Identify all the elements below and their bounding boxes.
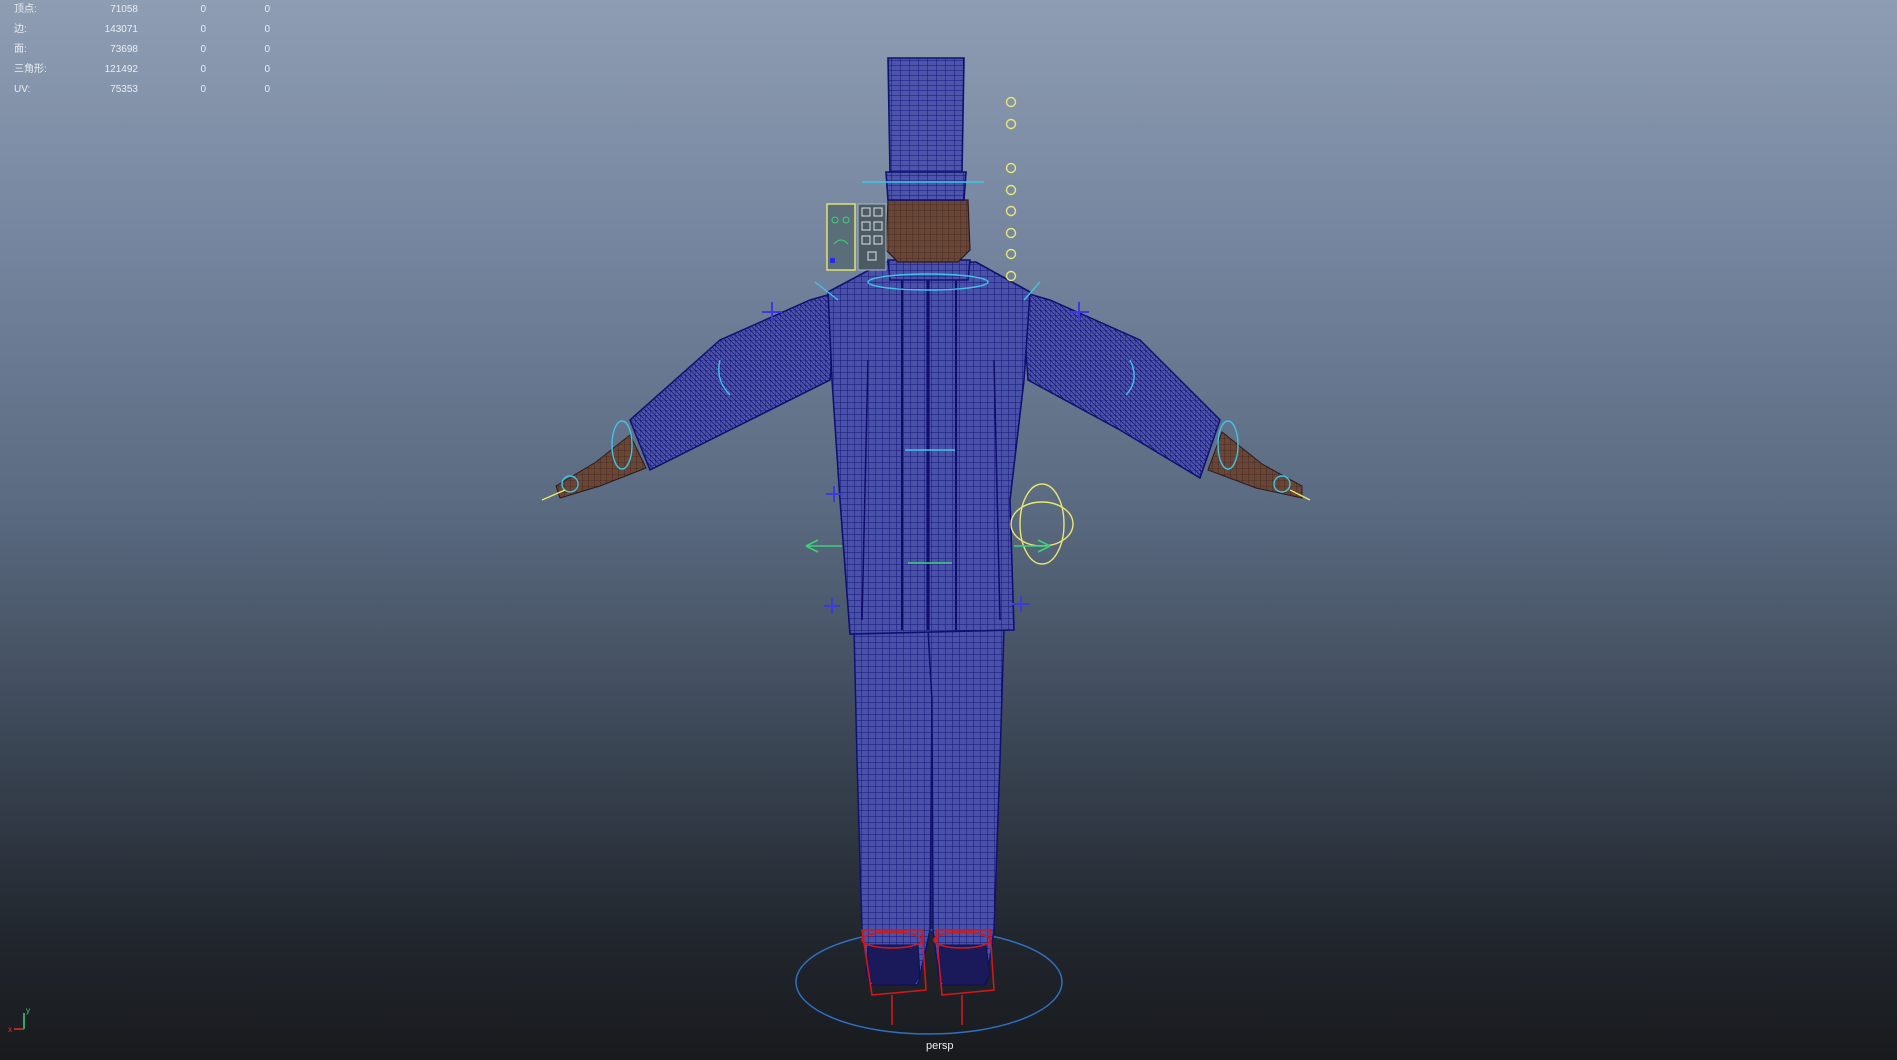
shoes-mesh[interactable]: [865, 944, 991, 986]
facial-control-panel-icon[interactable]: [826, 203, 887, 271]
chef-hat-mesh[interactable]: [885, 57, 967, 201]
jacket-mesh[interactable]: [827, 261, 1031, 635]
axis-y-label: y: [26, 1006, 30, 1015]
character-scene[interactable]: [0, 0, 1897, 1060]
collar-mesh[interactable]: [887, 259, 971, 281]
maya-viewport[interactable]: 顶点: 71058 0 0 边: 143071 0 0 面: 73698 0 0…: [0, 0, 1897, 1060]
axis-x-label: x: [8, 1025, 12, 1034]
ground-control-ring[interactable]: [795, 929, 1063, 1035]
view-axis-icon: y x: [8, 1006, 30, 1034]
pants-mesh[interactable]: [853, 627, 1005, 986]
head-mesh[interactable]: [885, 199, 971, 263]
camera-label: persp: [926, 1040, 954, 1052]
